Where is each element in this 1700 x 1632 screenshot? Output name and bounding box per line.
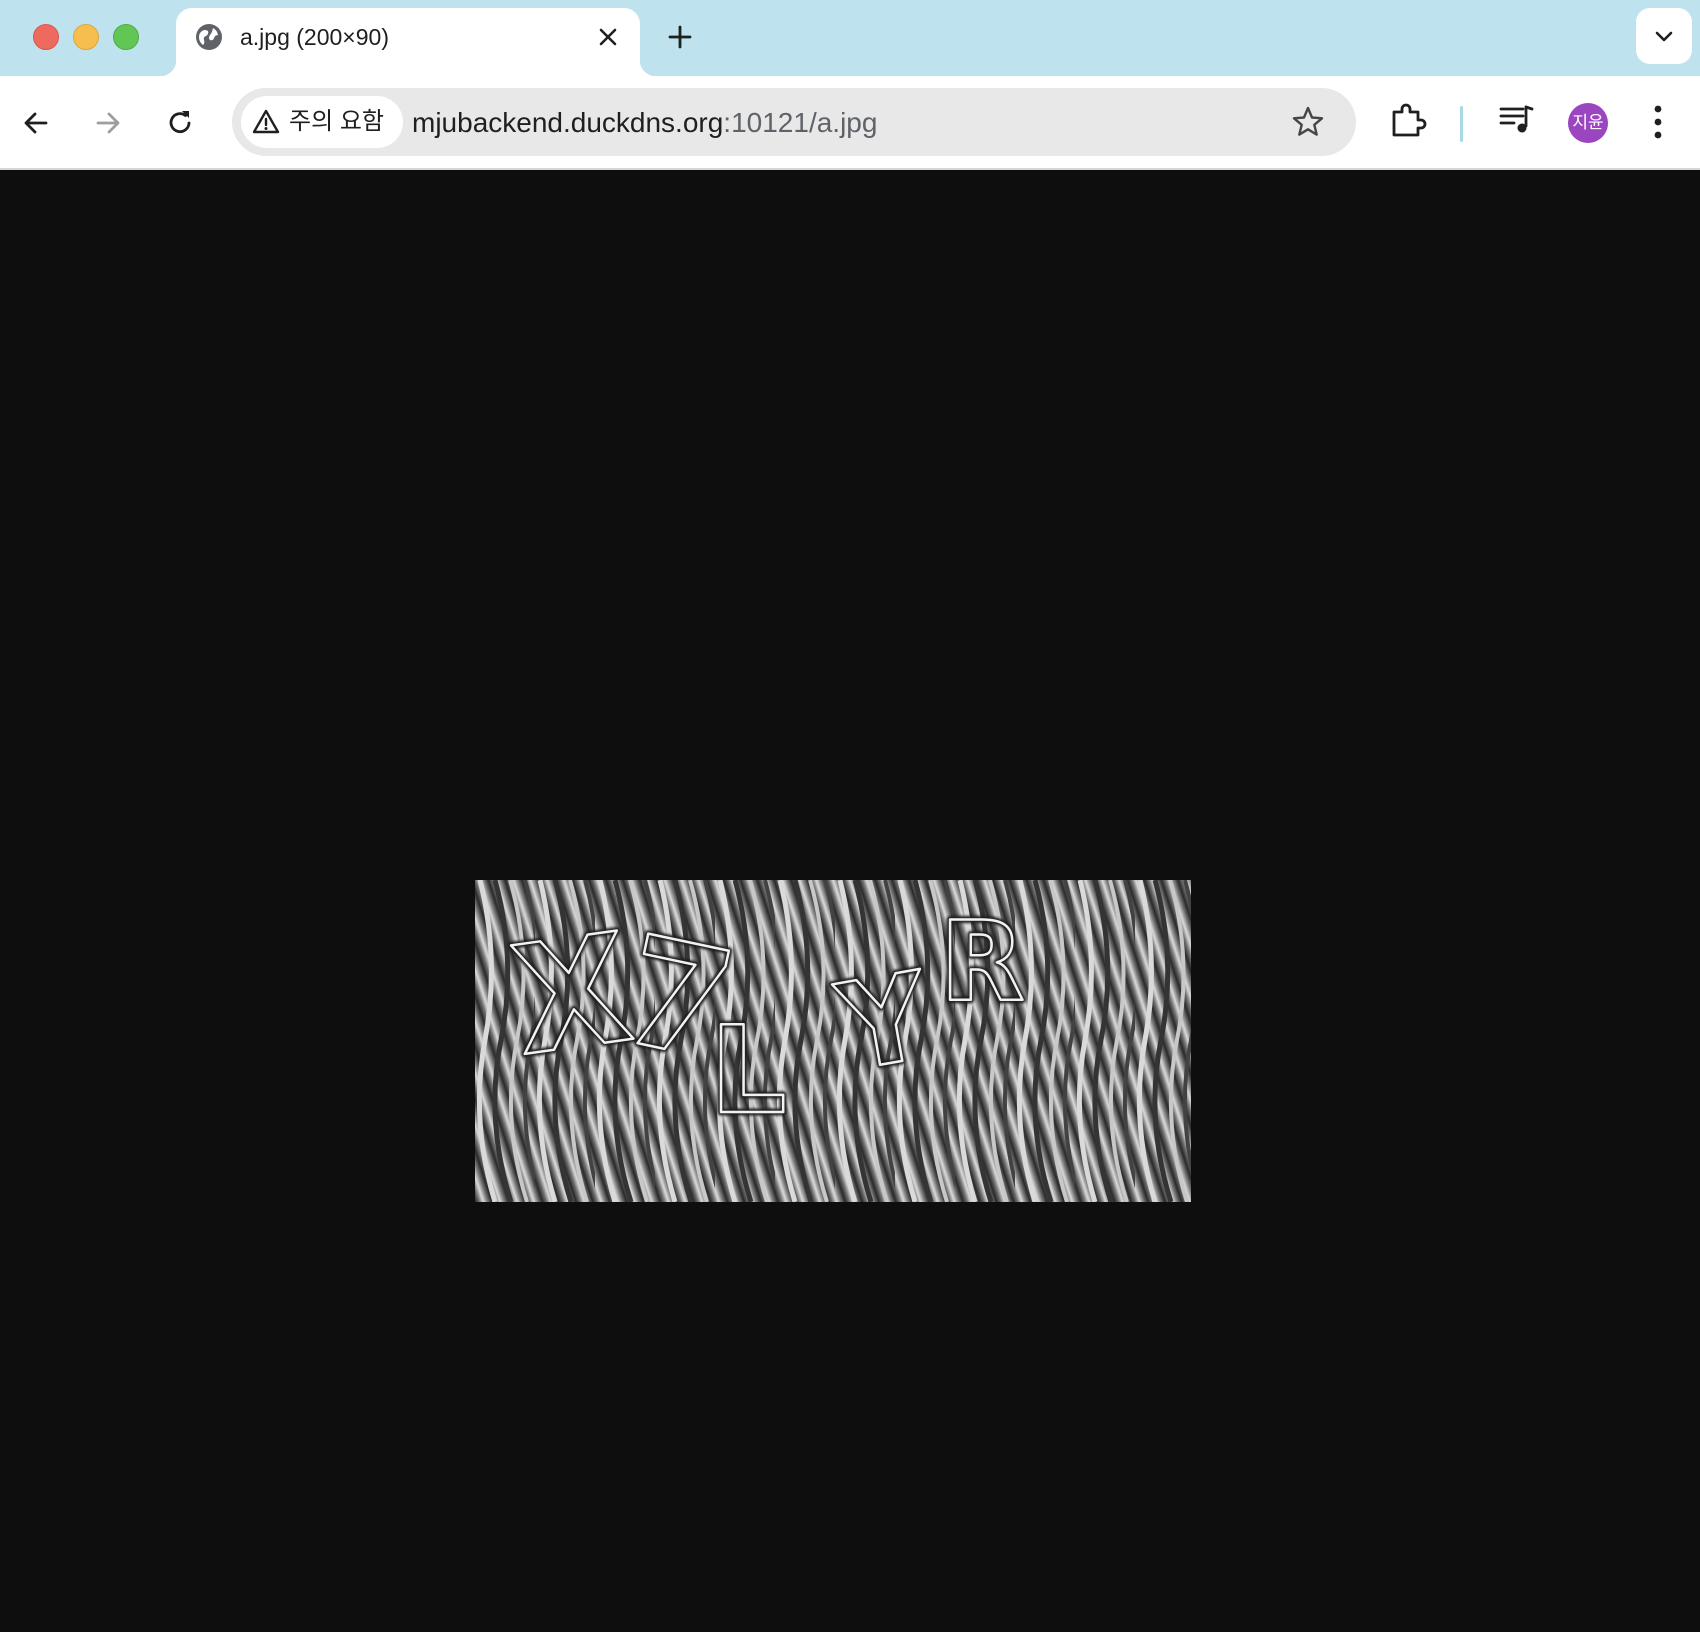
security-chip[interactable]: 주의 요함 [241, 96, 403, 148]
profile-avatar[interactable]: 지윤 [1568, 103, 1608, 143]
warning-triangle-icon [252, 109, 280, 140]
browser-toolbar: 주의 요함 mjubackend.duckdns.org:10121/a.jpg… [0, 76, 1700, 170]
url-path: :10121/a.jpg [723, 107, 878, 138]
url-text[interactable]: mjubackend.duckdns.org:10121/a.jpg [412, 106, 877, 140]
reload-button[interactable] [160, 103, 200, 143]
reload-icon [169, 111, 191, 134]
captcha-image-render: X 7 L Y R X 7 L Y R [475, 880, 1191, 1202]
forward-button[interactable] [88, 103, 128, 143]
media-queue-icon[interactable] [1498, 102, 1536, 145]
image-viewer: X 7 L Y R X 7 L Y R [0, 170, 1700, 1632]
minimize-window-button[interactable] [73, 24, 99, 50]
captcha-image[interactable]: X 7 L Y R X 7 L Y R [475, 880, 1191, 1202]
tab-title: a.jpg (200×90) [240, 24, 389, 50]
captcha-glyph-5-highlight: R [940, 898, 1025, 1026]
arrow-right-icon [96, 112, 120, 134]
tab-active[interactable]: a.jpg (200×90) [160, 8, 656, 76]
maximize-window-button[interactable] [113, 24, 139, 50]
captcha-glyph-3-highlight: L [710, 1002, 786, 1141]
tab-strip: a.jpg (200×90) [0, 0, 1700, 76]
toolbar-divider [1460, 106, 1463, 142]
kebab-menu-icon[interactable] [1644, 100, 1672, 149]
extensions-puzzle-icon[interactable] [1388, 100, 1428, 145]
close-window-button[interactable] [33, 24, 59, 50]
back-button[interactable] [16, 103, 56, 143]
arrow-left-icon [24, 112, 48, 134]
address-bar[interactable]: 주의 요함 mjubackend.duckdns.org:10121/a.jpg [232, 88, 1356, 156]
chevron-down-icon [1655, 31, 1673, 42]
security-chip-label: 주의 요함 [289, 108, 384, 135]
globe-icon [194, 22, 224, 52]
new-tab-plus-icon[interactable] [664, 21, 696, 53]
url-host: mjubackend.duckdns.org [412, 107, 724, 138]
tab-search-button[interactable] [1636, 8, 1692, 64]
close-icon[interactable] [596, 25, 620, 49]
bookmark-star-icon[interactable] [1290, 104, 1326, 145]
